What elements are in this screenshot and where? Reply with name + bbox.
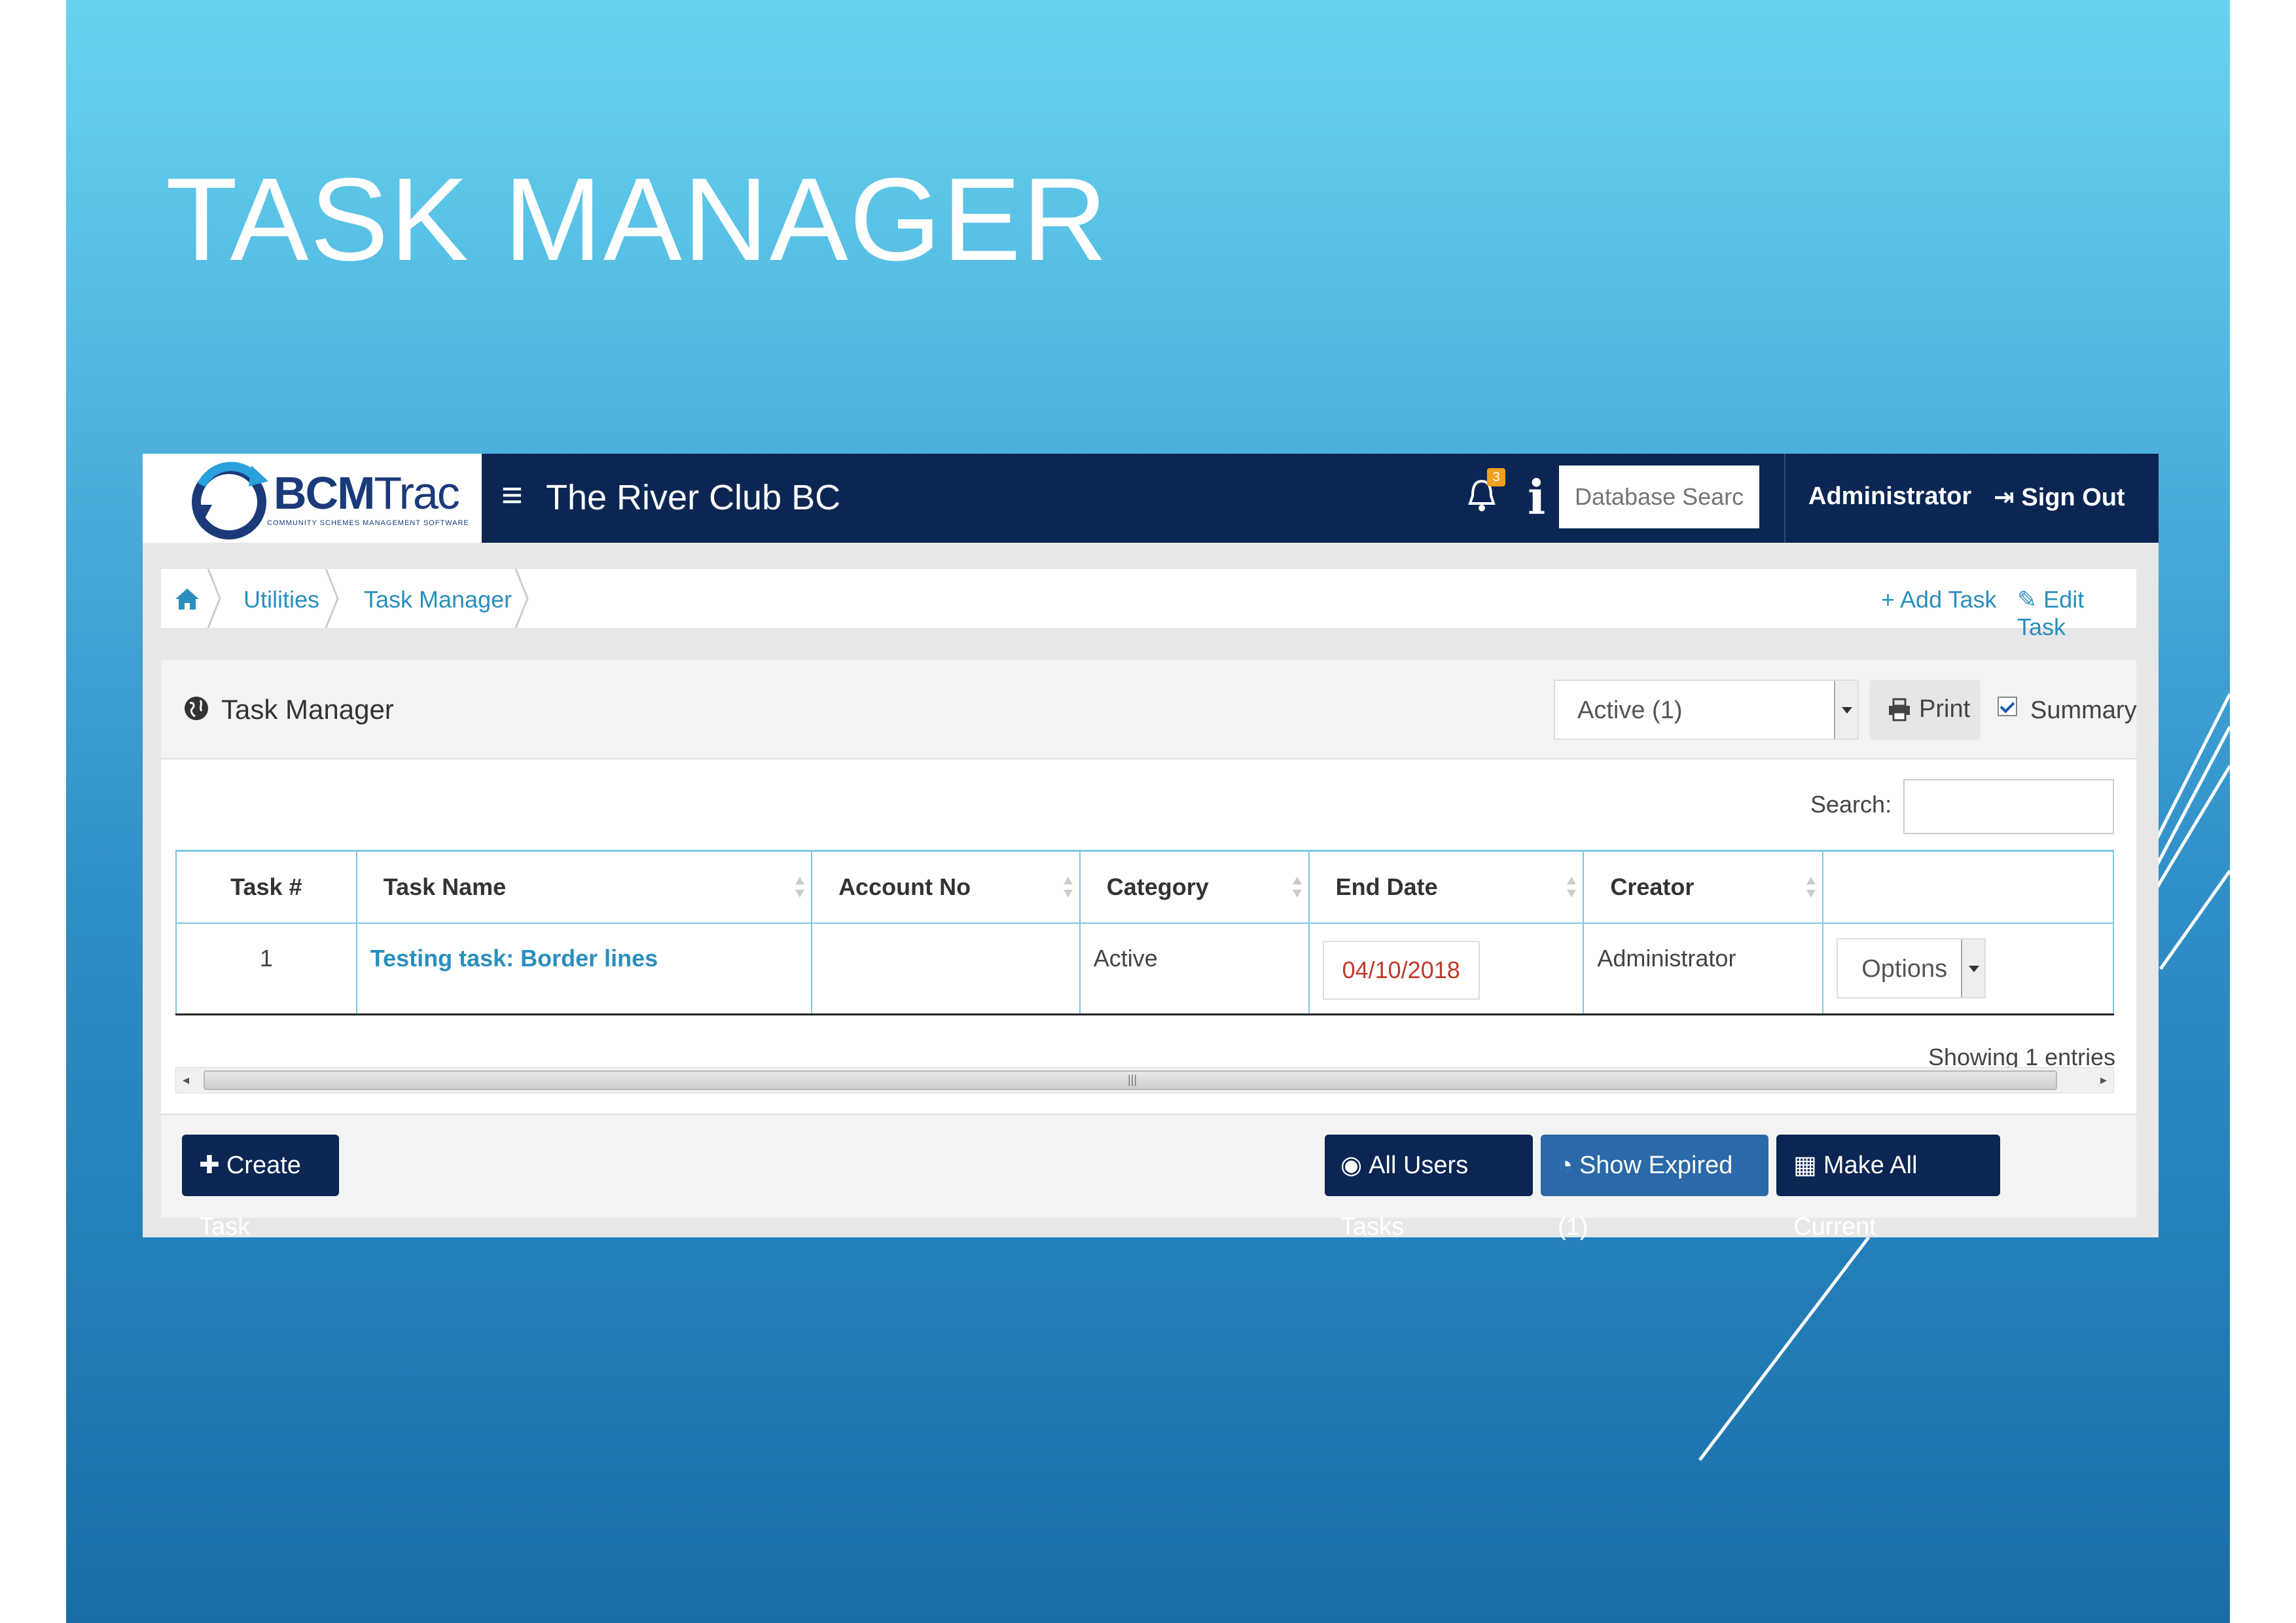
all-users-tasks-button[interactable]: ◉ All Users Tasks	[1325, 1135, 1533, 1241]
notification-badge: 3	[1487, 468, 1505, 486]
scroll-right-icon[interactable]: ▸	[2100, 1072, 2107, 1088]
edit-task-link[interactable]: ✎ Edit Task	[2017, 586, 2136, 641]
col-end-date[interactable]: End Date	[1308, 850, 1585, 924]
make-all-current-button[interactable]: ▦ Make All Current	[1776, 1135, 2000, 1241]
options-select[interactable]: Options	[1837, 938, 1986, 998]
panel-header: Task Manager Active (1) Print Summary	[161, 660, 2137, 759]
breadcrumb-task-manager[interactable]: Task Manager	[364, 586, 512, 613]
plus-icon: +	[1881, 586, 1901, 613]
home-icon[interactable]	[174, 586, 200, 612]
panel-footer: ✚ Create Task ◉ All Users Tasks ◔ Show Expi…	[161, 1114, 2136, 1241]
slide-title: TASK MANAGER	[166, 154, 1109, 285]
col-task-name[interactable]: Task Name	[355, 850, 813, 924]
scroll-thumb[interactable]: |||	[204, 1070, 2057, 1090]
calendar-icon: ▦	[1793, 1152, 1817, 1179]
breadcrumb: Utilities Task Manager + Add Task ✎ Edit…	[161, 569, 2136, 640]
sign-out-button[interactable]: ⇥ Sign Out	[1994, 483, 2125, 512]
database-search-input[interactable]	[1559, 465, 1759, 528]
navbar-divider	[1784, 454, 1785, 543]
plus-icon: ✚	[199, 1152, 220, 1179]
end-date-value: 04/10/2018	[1322, 940, 1480, 1000]
sort-icon	[1292, 877, 1302, 899]
horizontal-scrollbar[interactable]: ◂ ||| ▸	[175, 1067, 2114, 1093]
panel-title: Task Manager	[221, 694, 394, 725]
clock-icon: ◔	[1558, 1152, 1573, 1179]
sort-icon	[795, 877, 805, 899]
table-header-row: Task # Task Name Account No Category End…	[175, 850, 2114, 924]
task-table: Task # Task Name Account No Category End…	[175, 850, 2114, 1015]
info-icon[interactable]: i	[1528, 469, 1545, 525]
breadcrumb-utilities[interactable]: Utilities	[243, 586, 319, 613]
app-window: BCMTrac COMMUNITY SCHEMES MANAGEMENT SOF…	[143, 454, 2159, 1241]
bcmtrac-logo-icon	[192, 462, 268, 539]
table-search-input[interactable]	[1903, 779, 2114, 834]
col-creator[interactable]: Creator	[1583, 850, 1824, 924]
scroll-left-icon[interactable]: ◂	[183, 1072, 189, 1088]
sort-icon	[1806, 877, 1816, 899]
sign-out-icon: ⇥	[1994, 484, 2022, 511]
chevron-down-icon	[1834, 681, 1857, 739]
col-category[interactable]: Category	[1079, 850, 1310, 924]
col-options	[1822, 850, 2114, 924]
table-row: 1 Testing task: Border lines Active 04/1…	[175, 922, 2114, 1015]
summary-label: Summary	[2030, 697, 2137, 724]
end-date: 04/10/2018	[1308, 922, 1585, 1015]
edit-icon: ✎	[2017, 586, 2044, 613]
breadcrumb-separator	[325, 569, 339, 628]
breadcrumb-separator	[514, 569, 529, 628]
account-no	[811, 922, 1081, 1015]
print-button[interactable]: Print	[1869, 680, 1981, 740]
logo[interactable]: BCMTrac COMMUNITY SCHEMES MANAGEMENT SOF…	[143, 454, 482, 543]
sort-icon	[1567, 877, 1577, 899]
logo-text: BCMTrac	[274, 467, 460, 519]
user-menu[interactable]: Administrator	[1808, 483, 1971, 511]
chevron-down-icon	[1961, 939, 1985, 997]
col-account-no[interactable]: Account No	[811, 850, 1081, 924]
options-cell: Options	[1822, 922, 2114, 1015]
add-task-link[interactable]: + Add Task	[1881, 586, 1996, 613]
col-task-number[interactable]: Task #	[175, 850, 357, 924]
category: Active	[1079, 922, 1310, 1015]
logo-subtitle: COMMUNITY SCHEMES MANAGEMENT SOFTWARE	[267, 519, 469, 527]
sort-icon	[1063, 877, 1073, 899]
create-task-button[interactable]: ✚ Create Task	[182, 1135, 339, 1241]
search-label: Search:	[1810, 791, 1892, 818]
globe-icon: ◉	[1340, 1152, 1363, 1179]
top-navbar: BCMTrac COMMUNITY SCHEMES MANAGEMENT SOF…	[143, 454, 2159, 543]
slide-background: TASK MANAGER BCMTrac COMMUNITY SCHEMES M…	[66, 0, 2230, 1623]
menu-toggle-icon[interactable]: ≡	[501, 473, 523, 516]
globe-icon	[185, 697, 208, 720]
club-name: The River Club BC	[546, 478, 841, 517]
task-name-link[interactable]: Testing task: Border lines	[355, 922, 813, 1015]
summary-checkbox[interactable]	[1998, 697, 2017, 716]
status-filter-select[interactable]: Active (1)	[1554, 680, 1859, 740]
creator: Administrator	[1583, 922, 1824, 1015]
printer-icon	[1889, 698, 1910, 721]
task-panel: Task Manager Active (1) Print Summary Se…	[161, 660, 2137, 1241]
task-number: 1	[175, 922, 357, 1015]
show-expired-button[interactable]: ◔ Show Expired (1)	[1541, 1135, 1768, 1241]
breadcrumb-separator	[207, 569, 221, 628]
